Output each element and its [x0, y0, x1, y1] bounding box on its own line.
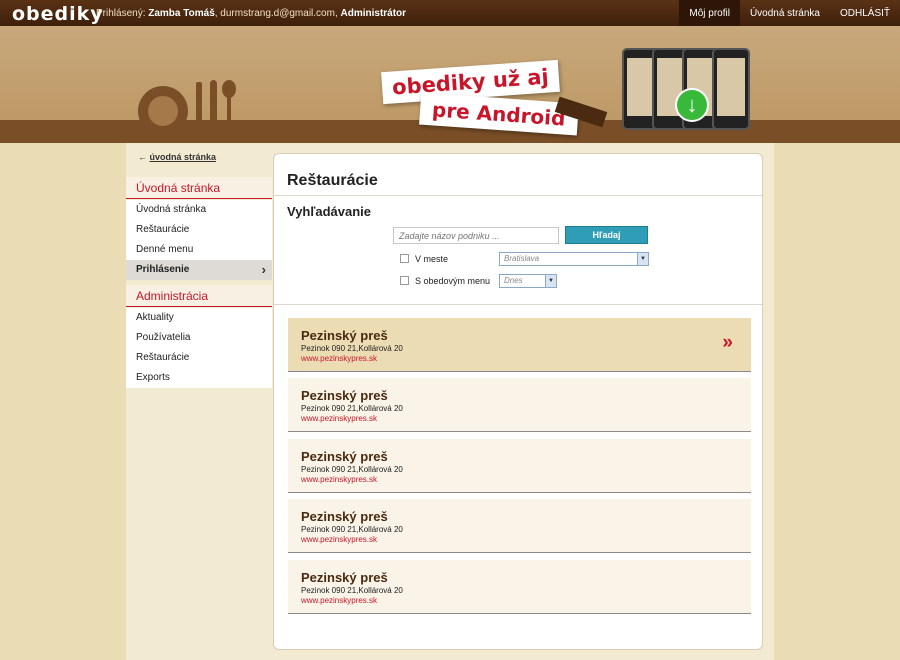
plate-icon [138, 86, 188, 136]
restaurant-name: Pezinský preš [301, 570, 388, 585]
top-nav: Môj profil Úvodná stránka ODHLÁSIŤ [679, 0, 900, 26]
sidebar-item-restaurants[interactable]: Reštaurácie [126, 220, 272, 240]
top-bar: obediky Prihlásený: Zamba Tomáš, durmstr… [0, 0, 900, 26]
city-select-value: Bratislava [504, 254, 540, 263]
restaurant-card[interactable]: Pezinský preš Pezinok 090 21,Kollárová 2… [288, 318, 751, 372]
restaurant-url[interactable]: www.pezinskypres.sk [301, 535, 377, 544]
nav-home[interactable]: Úvodná stránka [740, 0, 830, 26]
main-panel: Reštaurácie Vyhľadávanie Hľadaj V meste … [273, 153, 763, 650]
chevron-right-icon: › [261, 262, 266, 277]
menu-label: S obedovým menu [415, 276, 491, 286]
sidebar-item-home[interactable]: Úvodná stránka [126, 200, 272, 220]
restaurant-name: Pezinský preš [301, 449, 388, 464]
sidebar: ← úvodná stránka Úvodná stránka Úvodná s… [126, 143, 272, 660]
android-promo-banner[interactable]: obediky už aj pre Android ↓ [0, 26, 900, 143]
sidebar-item-users[interactable]: Používatelia [126, 328, 272, 348]
chevron-right-icon: » [722, 332, 733, 353]
sidebar-item-news[interactable]: Aktuality [126, 308, 272, 328]
phone-icon [712, 48, 750, 130]
restaurant-url[interactable]: www.pezinskypres.sk [301, 414, 377, 423]
restaurant-url[interactable]: www.pezinskypres.sk [301, 475, 377, 484]
user-role: Administrátor [340, 8, 407, 19]
fork-icon [196, 82, 202, 122]
dropdown-arrow-icon: ▼ [637, 253, 648, 265]
city-checkbox[interactable] [400, 254, 409, 263]
user-info: Prihlásený: Zamba Tomáš, durmstrang.d@gm… [96, 8, 406, 19]
menu-checkbox[interactable] [400, 276, 409, 285]
back-link[interactable]: úvodná stránka [150, 152, 217, 162]
breadcrumb: ← úvodná stránka [138, 152, 216, 162]
restaurant-name: Pezinský preš [301, 388, 388, 403]
restaurant-address: Pezinok 090 21,Kollárová 20 [301, 586, 403, 595]
restaurant-card[interactable]: Pezinský preš Pezinok 090 21,Kollárová 2… [288, 378, 751, 432]
section-title-admin: Administrácia [126, 285, 272, 307]
user-name: Zamba Tomáš [148, 8, 215, 19]
logo[interactable]: obediky [12, 3, 104, 25]
restaurant-address: Pezinok 090 21,Kollárová 20 [301, 465, 403, 474]
sidebar-item-admin-restaurants[interactable]: Reštaurácie [126, 348, 272, 368]
restaurant-url[interactable]: www.pezinskypres.sk [301, 596, 377, 605]
page-title: Reštaurácie [287, 172, 378, 189]
search-input[interactable] [393, 227, 559, 244]
spoon-handle [227, 94, 231, 122]
user-prefix: Prihlásený: [96, 8, 149, 19]
dropdown-arrow-icon: ▼ [545, 275, 556, 287]
restaurant-url[interactable]: www.pezinskypres.sk [301, 354, 377, 363]
nav-logout[interactable]: ODHLÁSIŤ [830, 0, 900, 26]
menu-select-value: Dnes [504, 276, 523, 285]
city-label: V meste [415, 254, 449, 264]
sidebar-item-daily-menu[interactable]: Denné menu [126, 240, 272, 260]
restaurant-address: Pezinok 090 21,Kollárová 20 [301, 344, 403, 353]
restaurant-card[interactable]: Pezinský preš Pezinok 090 21,Kollárová 2… [288, 439, 751, 493]
sidebar-item-label: Prihlásenie [136, 264, 190, 275]
nav-my-profile[interactable]: Môj profil [679, 0, 740, 26]
sidebar-item-exports[interactable]: Exports [126, 368, 272, 388]
restaurant-card[interactable]: Pezinský preš Pezinok 090 21,Kollárová 2… [288, 560, 751, 614]
user-email: , durmstrang.d@gmail.com, [214, 8, 341, 19]
restaurant-address: Pezinok 090 21,Kollárová 20 [301, 404, 403, 413]
restaurant-address: Pezinok 090 21,Kollárová 20 [301, 525, 403, 534]
back-arrow-icon: ← [138, 152, 147, 162]
divider [274, 195, 762, 196]
search-title: Vyhľadávanie [287, 204, 372, 219]
menu-select[interactable]: Dnes ▼ [499, 274, 557, 288]
divider [274, 304, 762, 305]
knife-icon [210, 80, 217, 122]
restaurant-card[interactable]: Pezinský preš Pezinok 090 21,Kollárová 2… [288, 499, 751, 553]
city-select[interactable]: Bratislava ▼ [499, 252, 649, 266]
sidebar-item-login[interactable]: Prihlásenie › [126, 260, 272, 280]
section-title-home: Úvodná stránka [126, 177, 272, 199]
search-button[interactable]: Hľadaj [565, 226, 648, 244]
restaurant-name: Pezinský preš [301, 509, 388, 524]
restaurant-name: Pezinský preš [301, 328, 388, 343]
download-icon: ↓ [675, 88, 709, 122]
